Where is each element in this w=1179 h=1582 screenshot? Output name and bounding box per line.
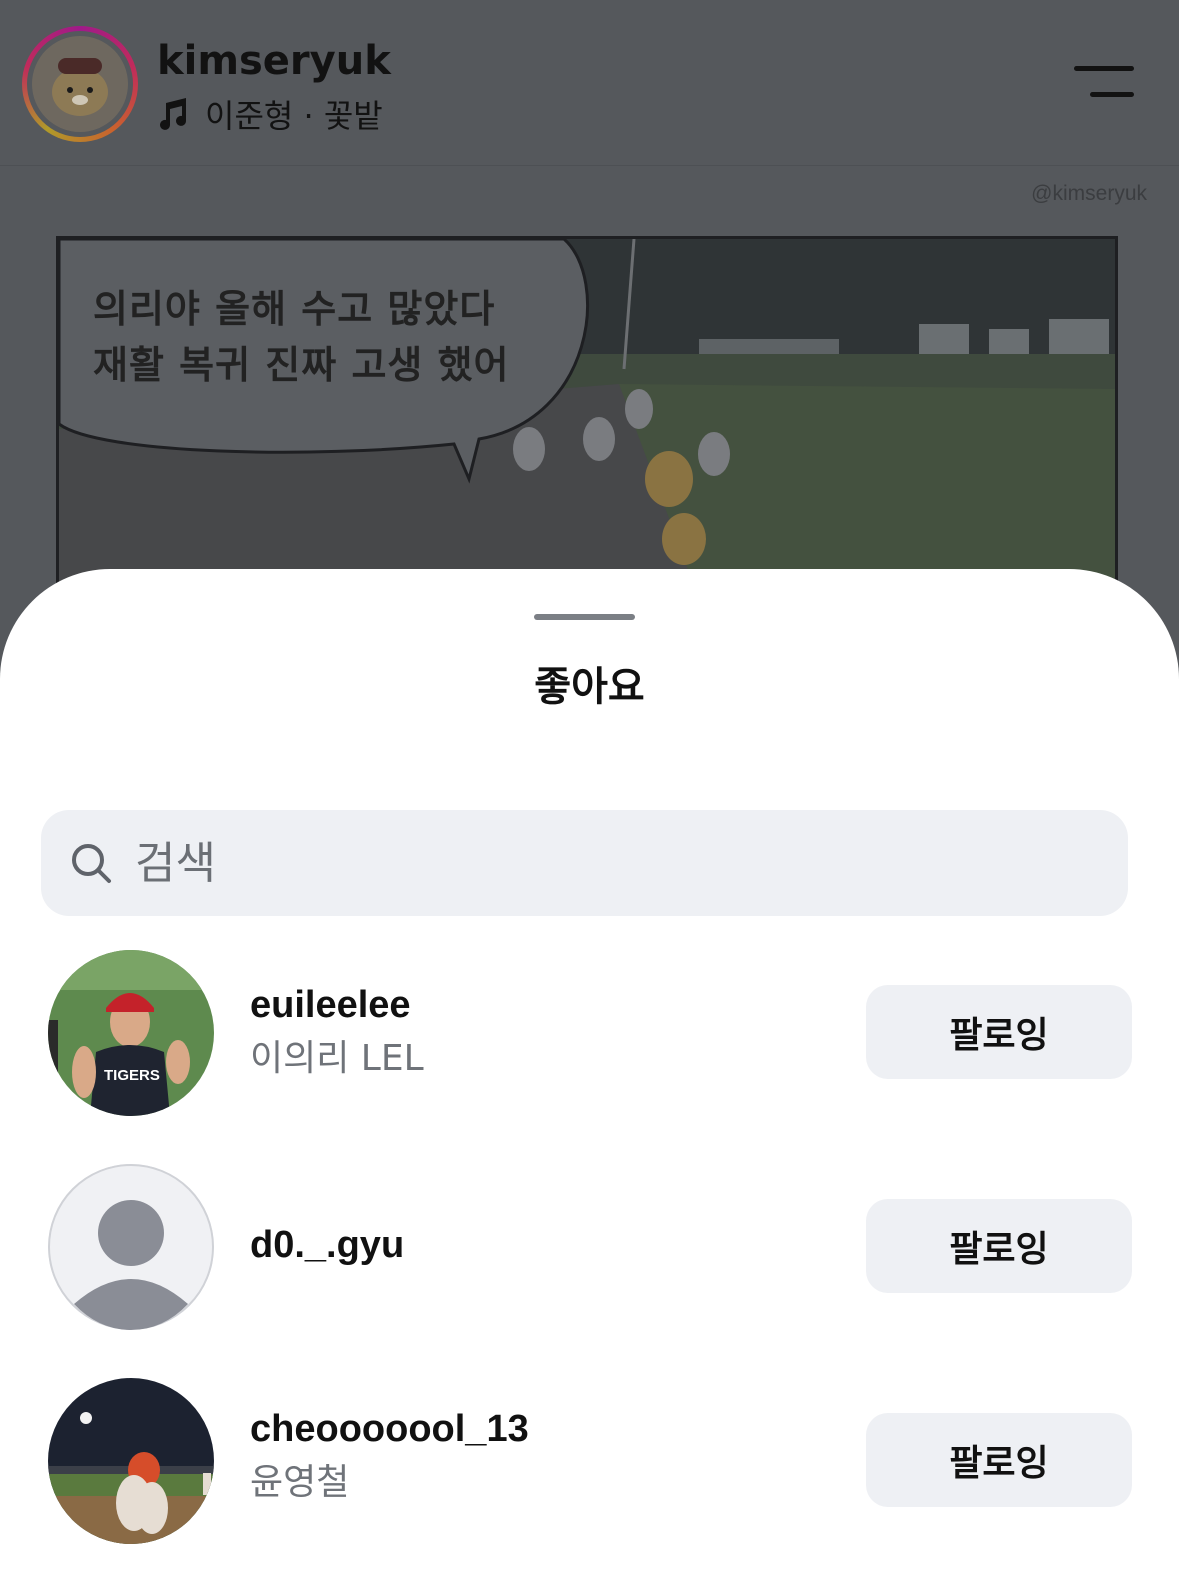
- speech-bubble-text: 의리야 올해 수고 많았다 재활 복귀 진짜 고생 했어: [93, 281, 510, 393]
- avatar[interactable]: TIGERS: [48, 950, 214, 1116]
- music-info[interactable]: 이준형 · 꽃밭: [157, 91, 383, 137]
- user-full-name: 이의리 LEL: [250, 1038, 424, 1079]
- list-item-user[interactable]: TIGERS euileelee 이의리 LEL 팔로잉: [0, 950, 1179, 1120]
- comic-line-2: 재활 복귀 진짜 고생 했어: [93, 343, 510, 387]
- post-username[interactable]: kimseryuk: [157, 38, 391, 84]
- tiger-mascot-avatar: [32, 36, 128, 132]
- user-handle[interactable]: cheooooool_13: [250, 1406, 529, 1452]
- search-input[interactable]: [135, 825, 1095, 901]
- music-note-icon: [160, 98, 186, 130]
- following-button[interactable]: 팔로잉: [866, 1413, 1132, 1507]
- list-item-user[interactable]: d0._.gyu 팔로잉: [0, 1164, 1179, 1334]
- post-header: kimseryuk 이준형 · 꽃밭: [0, 0, 1179, 166]
- comic-image: 의리야 올해 수고 많았다 재활 복귀 진짜 고생 했어: [56, 236, 1118, 602]
- profile-avatar[interactable]: [22, 26, 138, 142]
- default-avatar-icon[interactable]: [48, 1164, 214, 1330]
- music-info-text: 이준형 · 꽃밭: [205, 97, 383, 135]
- avatar[interactable]: [48, 1378, 214, 1544]
- jersey-text: TIGERS: [104, 1067, 160, 1084]
- watermark: @kimseryuk: [1031, 182, 1147, 205]
- search-icon: [72, 844, 111, 883]
- post-content: @kimseryuk 의리야 올해 수고 많았다 재활 복귀 진짜 고생 했어: [0, 166, 1179, 602]
- sheet-title: 좋아요: [534, 664, 645, 710]
- following-button[interactable]: 팔로잉: [866, 985, 1132, 1079]
- user-handle[interactable]: d0._.gyu: [250, 1222, 404, 1268]
- drag-handle[interactable]: [534, 614, 635, 620]
- menu-icon[interactable]: [1072, 66, 1134, 100]
- likes-sheet: 좋아요 TIGERS euileelee 이의리 LEL 팔로잉: [0, 569, 1179, 1582]
- user-handle[interactable]: euileelee: [250, 982, 424, 1028]
- list-item-user[interactable]: cheooooool_13 윤영철 팔로잉: [0, 1378, 1179, 1548]
- user-full-name: 윤영철: [250, 1462, 350, 1503]
- following-button[interactable]: 팔로잉: [866, 1199, 1132, 1293]
- comic-line-1: 의리야 올해 수고 많았다: [93, 287, 496, 331]
